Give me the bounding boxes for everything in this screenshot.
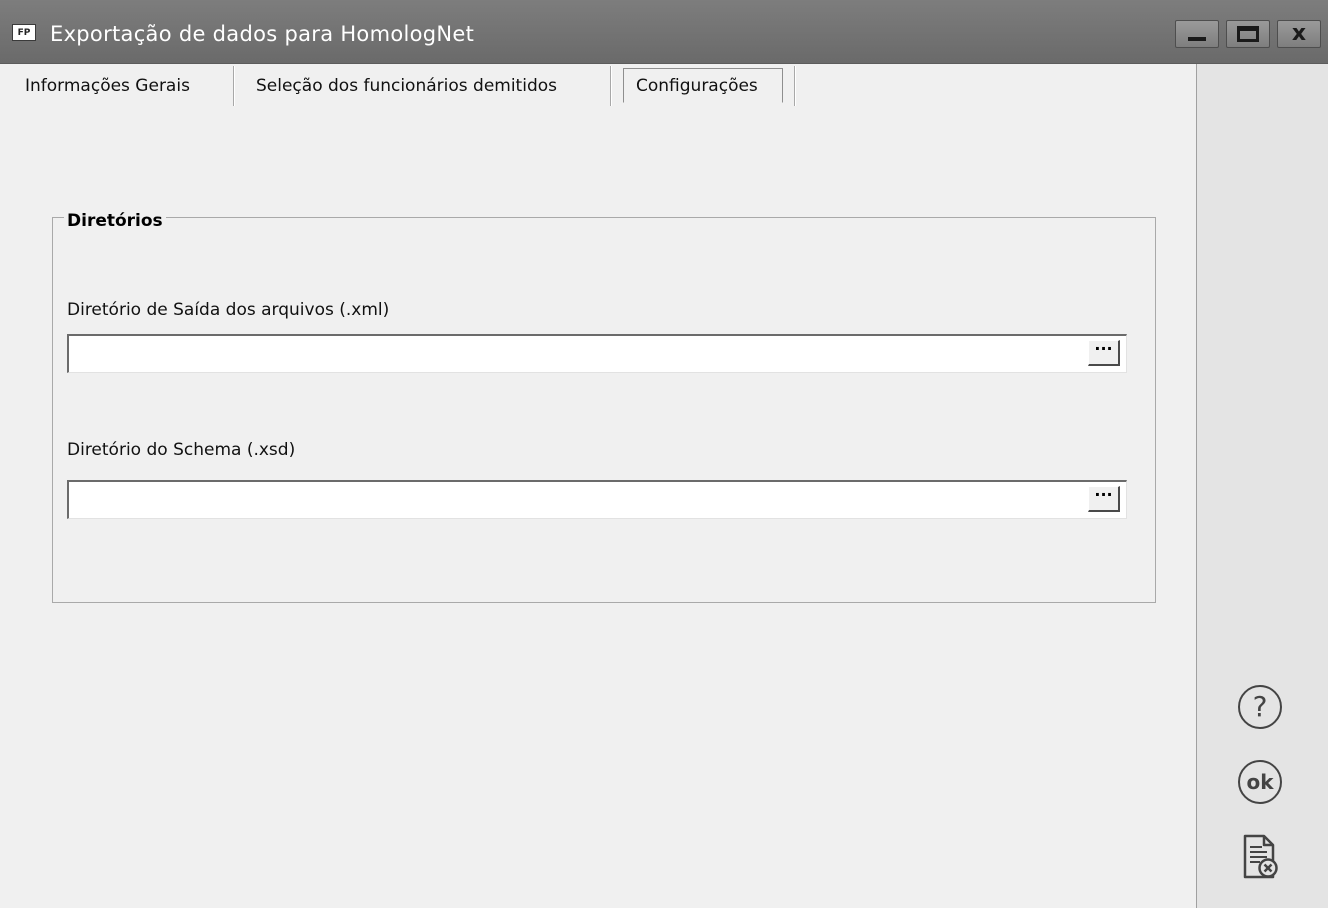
schema-directory-input[interactable] — [67, 480, 1127, 519]
maximize-icon — [1237, 26, 1259, 42]
groupbox-title: Diretórios — [64, 208, 166, 234]
export-dialog-window: FP Exportação de dados para HomologNet x… — [0, 0, 1328, 908]
window-title: Exportação de dados para HomologNet — [50, 22, 475, 46]
app-icon-text: FP — [17, 27, 31, 38]
output-directory-browse-button[interactable]: ··· — [1088, 340, 1120, 366]
cancel-button[interactable] — [1236, 833, 1284, 881]
help-button[interactable]: ? — [1236, 683, 1284, 731]
tab-separator — [233, 66, 234, 106]
help-glyph: ? — [1252, 690, 1268, 723]
document-cancel-icon — [1243, 834, 1278, 879]
help-icon: ? — [1238, 685, 1282, 729]
tab-informacoes-gerais[interactable]: Informações Gerais — [25, 68, 190, 104]
close-icon: x — [1291, 21, 1307, 46]
close-button[interactable]: x — [1277, 20, 1321, 48]
tab-separator — [610, 66, 611, 106]
minimize-button[interactable] — [1175, 20, 1219, 48]
minimize-icon — [1188, 37, 1206, 41]
maximize-button[interactable] — [1226, 20, 1270, 48]
directories-groupbox — [52, 217, 1156, 603]
schema-directory-browse-button[interactable]: ··· — [1088, 486, 1120, 512]
ok-button[interactable]: ok — [1236, 758, 1284, 806]
tab-separator — [794, 66, 795, 106]
ok-glyph: ok — [1246, 770, 1274, 794]
output-directory-label: Diretório de Saída dos arquivos (.xml) — [67, 300, 390, 320]
title-bar[interactable]: FP Exportação de dados para HomologNet x — [0, 0, 1328, 64]
schema-directory-label: Diretório do Schema (.xsd) — [67, 440, 296, 460]
app-icon: FP — [12, 24, 36, 41]
tab-selecao-funcionarios[interactable]: Seleção dos funcionários demitidos — [256, 68, 557, 104]
tab-bar: Informações Gerais Seleção dos funcionár… — [0, 64, 1196, 106]
tab-configuracoes[interactable]: Configurações — [623, 68, 783, 103]
output-directory-input[interactable] — [67, 334, 1127, 373]
ok-icon: ok — [1238, 760, 1282, 804]
